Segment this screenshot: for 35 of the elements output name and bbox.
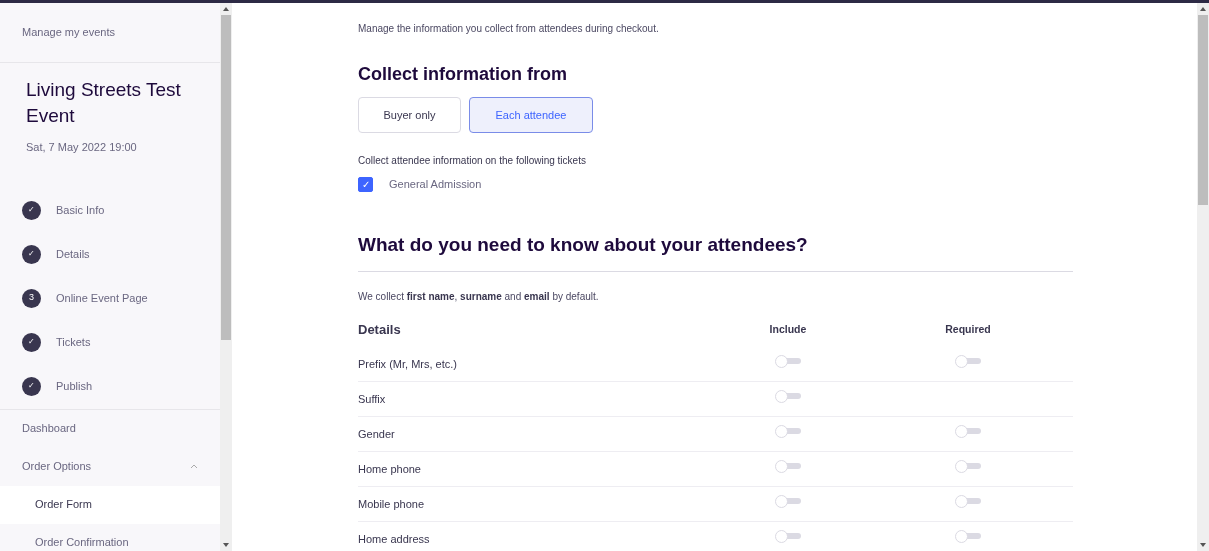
check-icon: ✓ [22, 332, 41, 352]
step-link[interactable]: Tickets [56, 333, 91, 351]
menu-item[interactable]: Dashboard [0, 409, 220, 448]
section-heading: What do you need to know about your attendees? [358, 230, 1073, 272]
intro-text: Manage the information you collect from attendees during checkout. [358, 22, 660, 36]
row-label: Suffix [358, 391, 387, 407]
check-icon: ✓ [22, 244, 41, 264]
row-label: Gender [358, 426, 396, 442]
step-link[interactable]: Basic Info [56, 201, 105, 219]
row-label: Home phone [358, 461, 422, 477]
step-number: 3 [22, 288, 41, 308]
row-label: Mobile phone [358, 496, 426, 512]
step-link[interactable]: Details [56, 245, 90, 263]
column-header: Required [944, 321, 992, 337]
check-icon: ✓ [22, 376, 41, 396]
step-link[interactable]: Online Event Page [56, 289, 148, 307]
note-text: We collect first name, surname and email by default. [358, 290, 600, 304]
column-header: Details [358, 320, 402, 339]
menu-item[interactable]: Order Form [0, 485, 220, 524]
event-date: Sat, 7 May 2022 19:00 [25, 140, 138, 155]
column-header: Include [768, 321, 808, 337]
check-icon: ✓ [22, 200, 41, 220]
menu-item[interactable]: Order Confirmation [0, 523, 220, 551]
ticket-label: General Admission [389, 177, 482, 192]
section-heading: Collect information from [358, 63, 568, 86]
row-label: Prefix (Mr, Mrs, etc.) [358, 356, 458, 372]
menu-item[interactable]: Order Options [0, 447, 220, 486]
row-label: Home address [358, 531, 431, 547]
option-button[interactable]: Buyer only [358, 97, 461, 133]
option-button[interactable]: Each attendee [469, 97, 593, 133]
back-link[interactable]: Manage my events [22, 24, 115, 41]
step-link[interactable]: Publish [56, 377, 93, 395]
tickets-label: Collect attendee information on the following tickets [358, 154, 587, 168]
checkbox[interactable]: ✓ [358, 176, 373, 192]
event-title: Living Streets Test Event [25, 78, 182, 128]
